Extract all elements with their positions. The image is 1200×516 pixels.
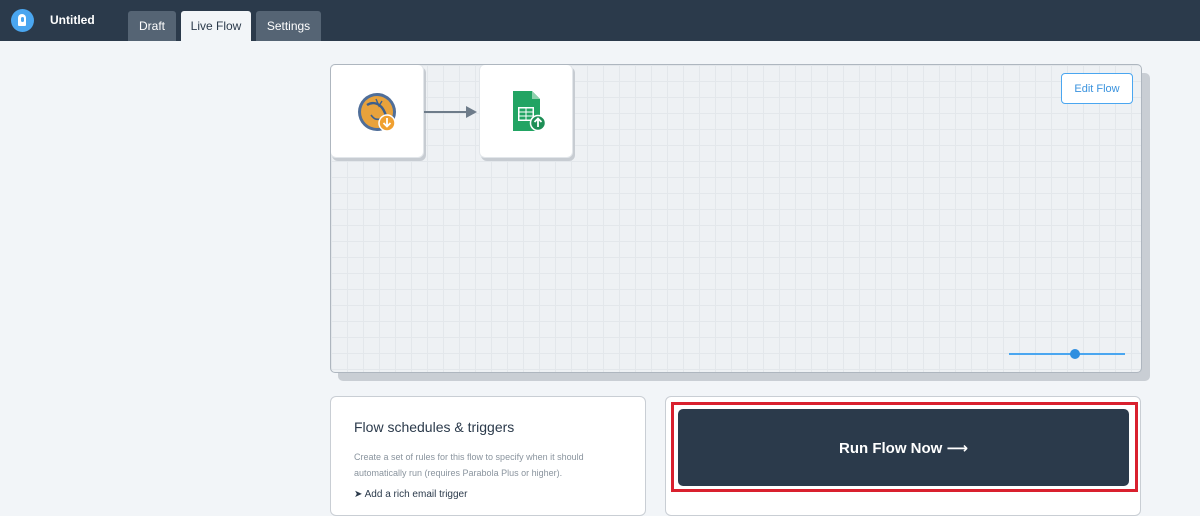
zoom-slider-thumb[interactable]: [1070, 349, 1081, 359]
add-trigger-label: Add a rich email trigger: [364, 489, 468, 500]
paper-plane-icon: ➤: [354, 489, 363, 500]
flow-canvas[interactable]: Edit Flow: [330, 64, 1142, 373]
schedules-title: Flow schedules & triggers: [354, 419, 515, 435]
parabola-logo-icon[interactable]: [11, 9, 34, 32]
edit-flow-button[interactable]: Edit Flow: [1061, 73, 1133, 104]
add-trigger-link[interactable]: ➤ Add a rich email trigger: [354, 489, 467, 500]
connector-arrowhead: [466, 106, 477, 118]
tab-settings[interactable]: Settings: [256, 11, 321, 41]
google-sheets-export-node[interactable]: [479, 65, 573, 158]
connector-line: [424, 111, 466, 113]
run-flow-now-button[interactable]: Run Flow Now ⟶: [678, 409, 1129, 486]
mysql-source-node[interactable]: [331, 65, 424, 158]
mysql-icon: [358, 93, 396, 132]
tab-live-flow[interactable]: Live Flow: [181, 11, 251, 41]
schedules-description: Create a set of rules for this flow to s…: [354, 452, 584, 478]
zoom-slider-track[interactable]: [1009, 353, 1125, 355]
tab-draft[interactable]: Draft: [128, 11, 176, 41]
top-bar: Untitled Draft Live Flow Settings: [0, 0, 1200, 41]
schedules-card: Flow schedules & triggers Create a set o…: [330, 396, 646, 516]
flow-title[interactable]: Untitled: [50, 13, 95, 27]
google-sheets-export-icon: [513, 91, 547, 132]
